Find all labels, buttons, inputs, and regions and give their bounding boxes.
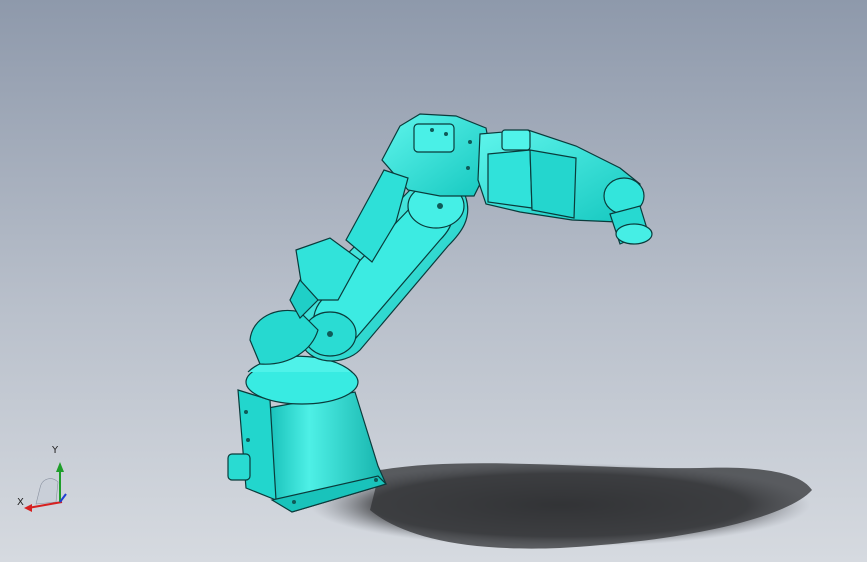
triad-y-arrowhead bbox=[56, 462, 64, 472]
robot-arm-model[interactable] bbox=[0, 0, 867, 562]
robot-base[interactable] bbox=[227, 355, 388, 513]
triad-x-label: X bbox=[17, 497, 24, 508]
triad-x-arrowhead bbox=[24, 504, 32, 512]
floor-shadow bbox=[310, 463, 812, 549]
triad-z-cone bbox=[35, 478, 59, 505]
cad-3d-viewport[interactable]: X Y bbox=[0, 0, 867, 562]
triad-y-label: Y bbox=[52, 445, 59, 456]
